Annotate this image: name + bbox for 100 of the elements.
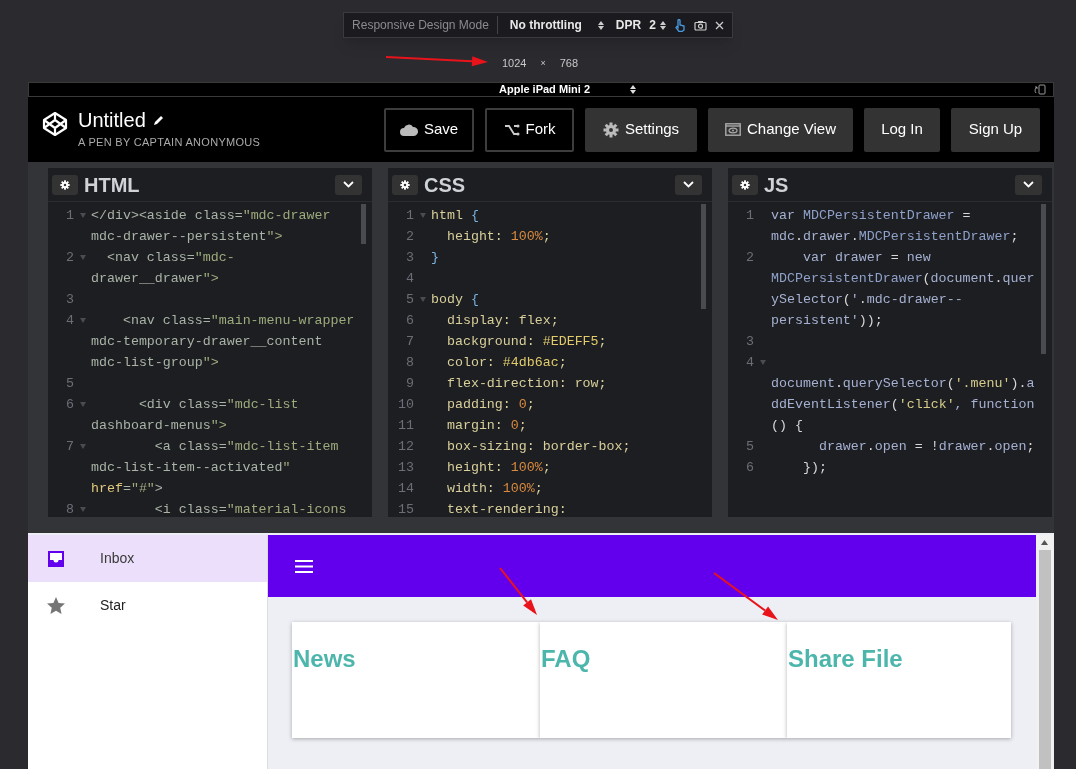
code-line: <a class="mdc-list-item: [153, 437, 339, 456]
code-line: href="#">: [91, 479, 163, 498]
line-number: 3: [405, 248, 414, 267]
collapse-button[interactable]: [1015, 174, 1042, 195]
line-number: 2: [405, 227, 414, 246]
code-line: MDCPersistentDrawer(document.quer: [771, 269, 1035, 288]
code-line: <i class="material-icons: [153, 500, 347, 517]
device-select[interactable]: Apple iPad Mini 2: [499, 81, 637, 98]
code-line: mdc-drawer--persistent">: [91, 227, 283, 246]
line-number: 3: [65, 290, 74, 309]
updown-caret-icon: [597, 20, 604, 30]
drawer-item[interactable]: Inbox: [28, 535, 267, 582]
hand-pointer-icon[interactable]: [673, 18, 686, 32]
gear-icon: [740, 179, 750, 190]
scrollbar-thumb[interactable]: [701, 204, 706, 309]
line-number: 15: [397, 500, 414, 517]
rotate-device-icon[interactable]: [1034, 84, 1048, 95]
arrow-annotation: [713, 572, 778, 620]
collapse-button[interactable]: [675, 174, 702, 195]
line-number: 6: [405, 311, 414, 330]
star-icon: [46, 595, 66, 616]
code-line: display: flex;: [445, 311, 559, 330]
logo-icon[interactable]: [42, 110, 68, 137]
header-button[interactable]: Fork: [485, 107, 574, 152]
scroll-up-icon[interactable]: [1041, 540, 1048, 545]
header-button[interactable]: Save: [384, 107, 474, 152]
code-line: () {: [771, 416, 803, 435]
line-number: 11: [397, 416, 414, 435]
collapse-button[interactable]: [335, 174, 362, 195]
gear-icon: [400, 179, 410, 190]
editor-title: CSS: [424, 172, 466, 198]
code-line: </div><aside class="mdc-drawer: [91, 206, 331, 225]
camera-icon[interactable]: [693, 19, 707, 31]
dpr-select[interactable]: 2: [649, 16, 666, 34]
viewport-height: 768: [559, 56, 579, 71]
close-icon[interactable]: [714, 20, 724, 30]
settings-button[interactable]: [392, 174, 418, 195]
code-line: ySelector('.mdc-drawer--: [771, 290, 963, 309]
code-line: <nav class="mdc-: [105, 248, 235, 267]
code-line: html {: [431, 206, 479, 225]
scrollbar-thumb[interactable]: [361, 204, 366, 244]
line-number: 1: [405, 206, 414, 225]
dpr-label: DPR: [615, 17, 642, 34]
code-line: drawer__drawer">: [91, 269, 219, 288]
code-line: height: 100%;: [445, 227, 551, 246]
scrollbar-thumb[interactable]: [1038, 550, 1051, 769]
mode-label: Responsive Design Mode: [352, 16, 498, 34]
editor-title: JS: [764, 172, 789, 198]
code-line: <div class="mdc-list: [137, 395, 299, 414]
header-button[interactable]: Log In: [864, 107, 940, 152]
code-line: persistent'));: [771, 311, 883, 330]
throttling-select[interactable]: No throttling: [509, 16, 604, 34]
code-line: height: 100%;: [445, 458, 551, 477]
updown-caret-icon: [630, 85, 637, 94]
gear-icon: [602, 121, 619, 138]
scrollbar[interactable]: [1036, 535, 1053, 769]
card-title: News: [293, 644, 357, 674]
code-line: color: #4db6ac;: [445, 353, 567, 372]
line-number: 9: [405, 374, 414, 393]
code-line: drawer.open = !drawer.open;: [817, 437, 1035, 456]
editor-title: HTML: [84, 172, 140, 198]
code-line: mdc.drawer.MDCPersistentDrawer;: [771, 227, 1019, 246]
pen-title[interactable]: Untitled: [78, 108, 146, 133]
code-line: mdc-temporary-drawer__content: [91, 332, 323, 351]
line-number: 8: [65, 500, 74, 517]
chevron-down-icon: [683, 181, 694, 188]
inbox-icon: [46, 548, 66, 569]
code-line: mdc-list-group">: [91, 353, 219, 372]
settings-button[interactable]: [732, 174, 758, 195]
code-line: }: [431, 248, 439, 267]
code-line: margin: 0;: [445, 416, 527, 435]
pencil-icon[interactable]: [151, 113, 165, 127]
line-number: 6: [745, 458, 754, 477]
cloud-icon: [399, 123, 418, 136]
line-number: 8: [405, 353, 414, 372]
gear-icon: [60, 179, 70, 190]
code-line: mdc-list-item--activated": [91, 458, 291, 477]
code-line: padding: 0;: [445, 395, 535, 414]
code-line: background: #EDEFF5;: [445, 332, 607, 351]
menu-icon[interactable]: [295, 559, 313, 573]
header-button[interactable]: Change View: [708, 107, 853, 152]
code-line: document.querySelector('.menu').a: [771, 374, 1035, 393]
code-line: width: 100%;: [445, 479, 543, 498]
line-number: 1: [745, 206, 754, 225]
chevron-down-icon: [343, 181, 354, 188]
card-title: FAQ: [541, 644, 592, 674]
line-number: 13: [397, 458, 414, 477]
line-number: 7: [65, 437, 74, 456]
line-number: 4: [405, 269, 414, 288]
arrow-annotation: [499, 567, 537, 615]
line-number: 12: [397, 437, 414, 456]
header-button[interactable]: Sign Up: [951, 107, 1040, 152]
header-button[interactable]: Settings: [585, 107, 697, 152]
branch-icon: [503, 123, 520, 136]
line-number: 5: [745, 437, 754, 456]
scrollbar-thumb[interactable]: [1041, 204, 1046, 354]
settings-button[interactable]: [52, 174, 78, 195]
chevron-down-icon: [1023, 181, 1034, 188]
line-number: 10: [397, 395, 414, 414]
line-number: 5: [65, 374, 74, 393]
